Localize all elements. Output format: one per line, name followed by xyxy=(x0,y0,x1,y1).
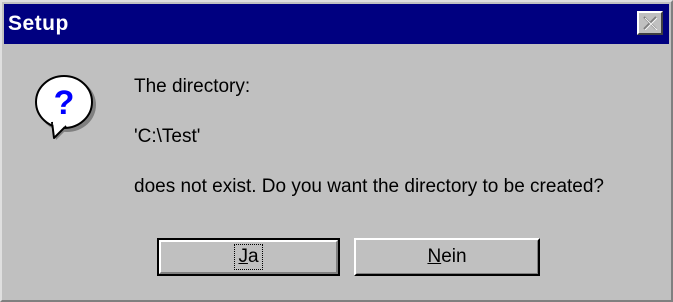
message-line-1: The directory: xyxy=(134,76,251,97)
yes-button[interactable]: Ja xyxy=(157,238,340,276)
close-button[interactable] xyxy=(637,11,663,35)
message-path: 'C:\Test' xyxy=(134,126,201,147)
yes-button-label: Ja xyxy=(234,244,263,270)
window-title: Setup xyxy=(8,12,69,35)
no-button[interactable]: Nein xyxy=(354,238,540,276)
title-bar[interactable]: Setup xyxy=(4,4,669,44)
setup-dialog: Setup ? The directory: 'C:\Test' does no… xyxy=(0,0,673,302)
close-icon xyxy=(643,16,658,30)
message-line-3: does not exist. Do you want the director… xyxy=(134,176,604,197)
svg-text:?: ? xyxy=(54,84,75,122)
no-button-bevel xyxy=(356,240,538,274)
question-icon: ? xyxy=(35,75,96,140)
